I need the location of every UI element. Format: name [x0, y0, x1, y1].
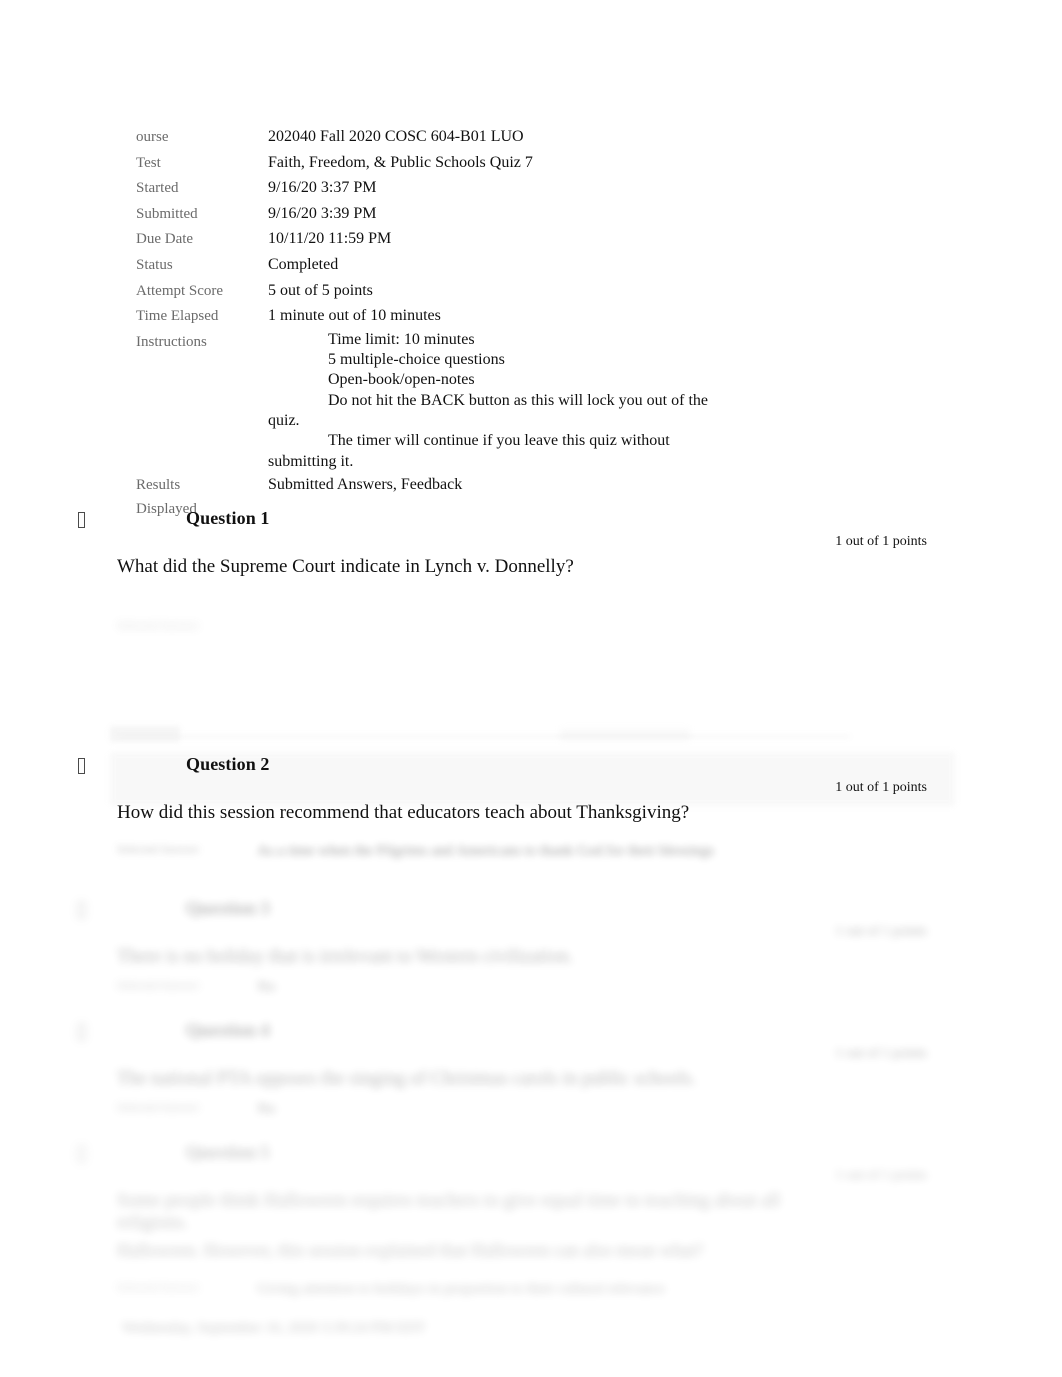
answer-label-3: Selected Answer: — [117, 978, 201, 992]
missing-glyph-icon — [78, 1146, 85, 1162]
missing-glyph-icon — [78, 512, 85, 528]
answer-row-4: Selected Answer: No — [117, 1100, 947, 1119]
summary-label-status: Status — [136, 256, 173, 273]
answer-row-5: Selected Answer: Giving attention to hol… — [117, 1280, 947, 1299]
question-block-4: Question 4 1 out of 1 points The nationa… — [0, 1020, 1062, 1089]
summary-label-time-elapsed: Time Elapsed — [136, 308, 219, 325]
answer-label-4: Selected Answer: — [117, 1100, 201, 1114]
question-text-3: There is no holiday that is irrelevant t… — [117, 946, 574, 967]
summary-value-attempt-score: 5 out of 5 points — [268, 281, 373, 299]
question-points-4: 1 out of 1 points — [835, 1046, 927, 1061]
answer-label-1: Selected Answer: — [117, 618, 201, 632]
summary-row: Attempt Score 5 out of 5 points — [136, 279, 936, 304]
question-text-5-line2: Halloween. However, this session explain… — [117, 1240, 704, 1260]
answer-value-2: As a time when the Pilgrims and American… — [257, 843, 715, 859]
question-header-5: Question 5 1 out of 1 points — [0, 1142, 1062, 1183]
question-points-3: 1 out of 1 points — [835, 924, 927, 939]
collapsed-stub — [560, 730, 690, 740]
question-header-4: Question 4 1 out of 1 points — [0, 1020, 1062, 1061]
summary-label-attempt-score: Attempt Score — [136, 282, 224, 299]
summary-label-instructions: Instructions — [136, 333, 207, 350]
instruction-line: Do not hit the BACK button as this will … — [268, 391, 708, 429]
section-divider — [120, 736, 850, 737]
answer-row-2: Selected Answer: As a time when the Pilg… — [117, 842, 947, 861]
question-text-5: Some people think Halloween requires tea… — [117, 1190, 781, 1233]
answer-row-3: Selected Answer: No — [117, 978, 947, 997]
collapsed-stub — [110, 726, 180, 742]
summary-row-instructions: Instructions Time limit: 10 minutes 5 mu… — [136, 330, 936, 472]
summary-label-course: ourse — [136, 129, 169, 145]
summary-row: Test Faith, Freedom, & Public Schools Qu… — [136, 151, 936, 176]
summary-row: Submitted 9/16/20 3:39 PM — [136, 202, 936, 227]
summary-row: Status Completed — [136, 253, 936, 278]
summary-label-submitted: Submitted — [136, 205, 198, 222]
instruction-line: Time limit: 10 minutes — [328, 330, 475, 348]
question-points-1: 1 out of 1 points — [835, 534, 927, 549]
question-points-2: 1 out of 1 points — [835, 780, 927, 795]
question-block-5: Question 5 1 out of 1 points Some people… — [0, 1142, 1062, 1233]
instruction-line: The timer will continue if you leave thi… — [268, 432, 670, 470]
summary-label-started: Started — [136, 180, 179, 197]
summary-value-started: 9/16/20 3:37 PM — [268, 179, 377, 197]
results-label-line1: Results — [136, 476, 181, 493]
question-text-2: How did this session recommend that educ… — [117, 802, 690, 823]
question-title-1: Question 1 — [186, 508, 270, 528]
missing-glyph-icon — [78, 1024, 85, 1040]
answer-value-5: Giving attention to holidays in proporti… — [257, 1281, 665, 1297]
question-points-5: 1 out of 1 points — [835, 1168, 927, 1183]
summary-value-submitted: 9/16/20 3:39 PM — [268, 204, 377, 222]
question-title-5: Question 5 — [186, 1142, 270, 1162]
question-title-3: Question 3 — [186, 898, 270, 918]
question-block-1: Question 1 1 out of 1 points What did th… — [0, 508, 1062, 577]
instruction-line: Open-book/open-notes — [328, 371, 475, 389]
answer-value-3: No — [257, 979, 276, 995]
instruction-line: 5 multiple-choice questions — [328, 351, 505, 369]
answer-label-2: Selected Answer: — [117, 842, 201, 856]
question-header-2: Question 2 1 out of 1 points — [0, 754, 1062, 795]
question-text-4: The national PTA opposes the singing of … — [117, 1068, 696, 1089]
missing-glyph-icon — [78, 758, 85, 774]
answer-label-5: Selected Answer: — [117, 1280, 201, 1294]
question-block-2: Question 2 1 out of 1 points How did thi… — [0, 754, 1062, 823]
answer-value-1 — [257, 618, 947, 633]
answer-value-4: No — [257, 1101, 276, 1117]
question-text-1: What did the Supreme Court indicate in L… — [117, 556, 574, 577]
summary-value-time-elapsed: 1 minute out of 10 minutes — [268, 307, 441, 325]
summary-label-test: Test — [136, 154, 161, 171]
summary-row: Time Elapsed 1 minute out of 10 minutes — [136, 304, 936, 329]
question-block-3: Question 3 1 out of 1 points There is no… — [0, 898, 1062, 967]
answer-row-1: Selected Answer: — [117, 618, 947, 633]
question-header-1: Question 1 1 out of 1 points — [0, 508, 1062, 549]
summary-value-due-date: 10/11/20 11:59 PM — [268, 230, 392, 248]
attempt-summary: ourse 202040 Fall 2020 COSC 604-B01 LUO … — [136, 125, 936, 523]
submission-timestamp: Wednesday, September 16, 2020 3:39:24 PM… — [122, 1320, 426, 1336]
summary-value-test: Faith, Freedom, & Public Schools Quiz 7 — [268, 153, 533, 171]
quiz-results-page: ourse 202040 Fall 2020 COSC 604-B01 LUO … — [0, 0, 1062, 1377]
summary-row: Due Date 10/11/20 11:59 PM — [136, 227, 936, 252]
question-title-4: Question 4 — [186, 1020, 270, 1040]
question-title-2: Question 2 — [186, 754, 270, 774]
summary-value-course: 202040 Fall 2020 COSC 604-B01 LUO — [268, 128, 524, 145]
summary-value-instructions: Time limit: 10 minutes 5 multiple-choice… — [268, 330, 936, 472]
summary-label-due-date: Due Date — [136, 231, 194, 248]
summary-value-status: Completed — [268, 255, 339, 273]
summary-value-results-displayed: Submitted Answers, Feedback — [268, 475, 463, 493]
summary-row: ourse 202040 Fall 2020 COSC 604-B01 LUO — [136, 125, 936, 150]
summary-row: Started 9/16/20 3:37 PM — [136, 176, 936, 201]
missing-glyph-icon — [78, 902, 85, 918]
question-header-3: Question 3 1 out of 1 points — [0, 898, 1062, 939]
